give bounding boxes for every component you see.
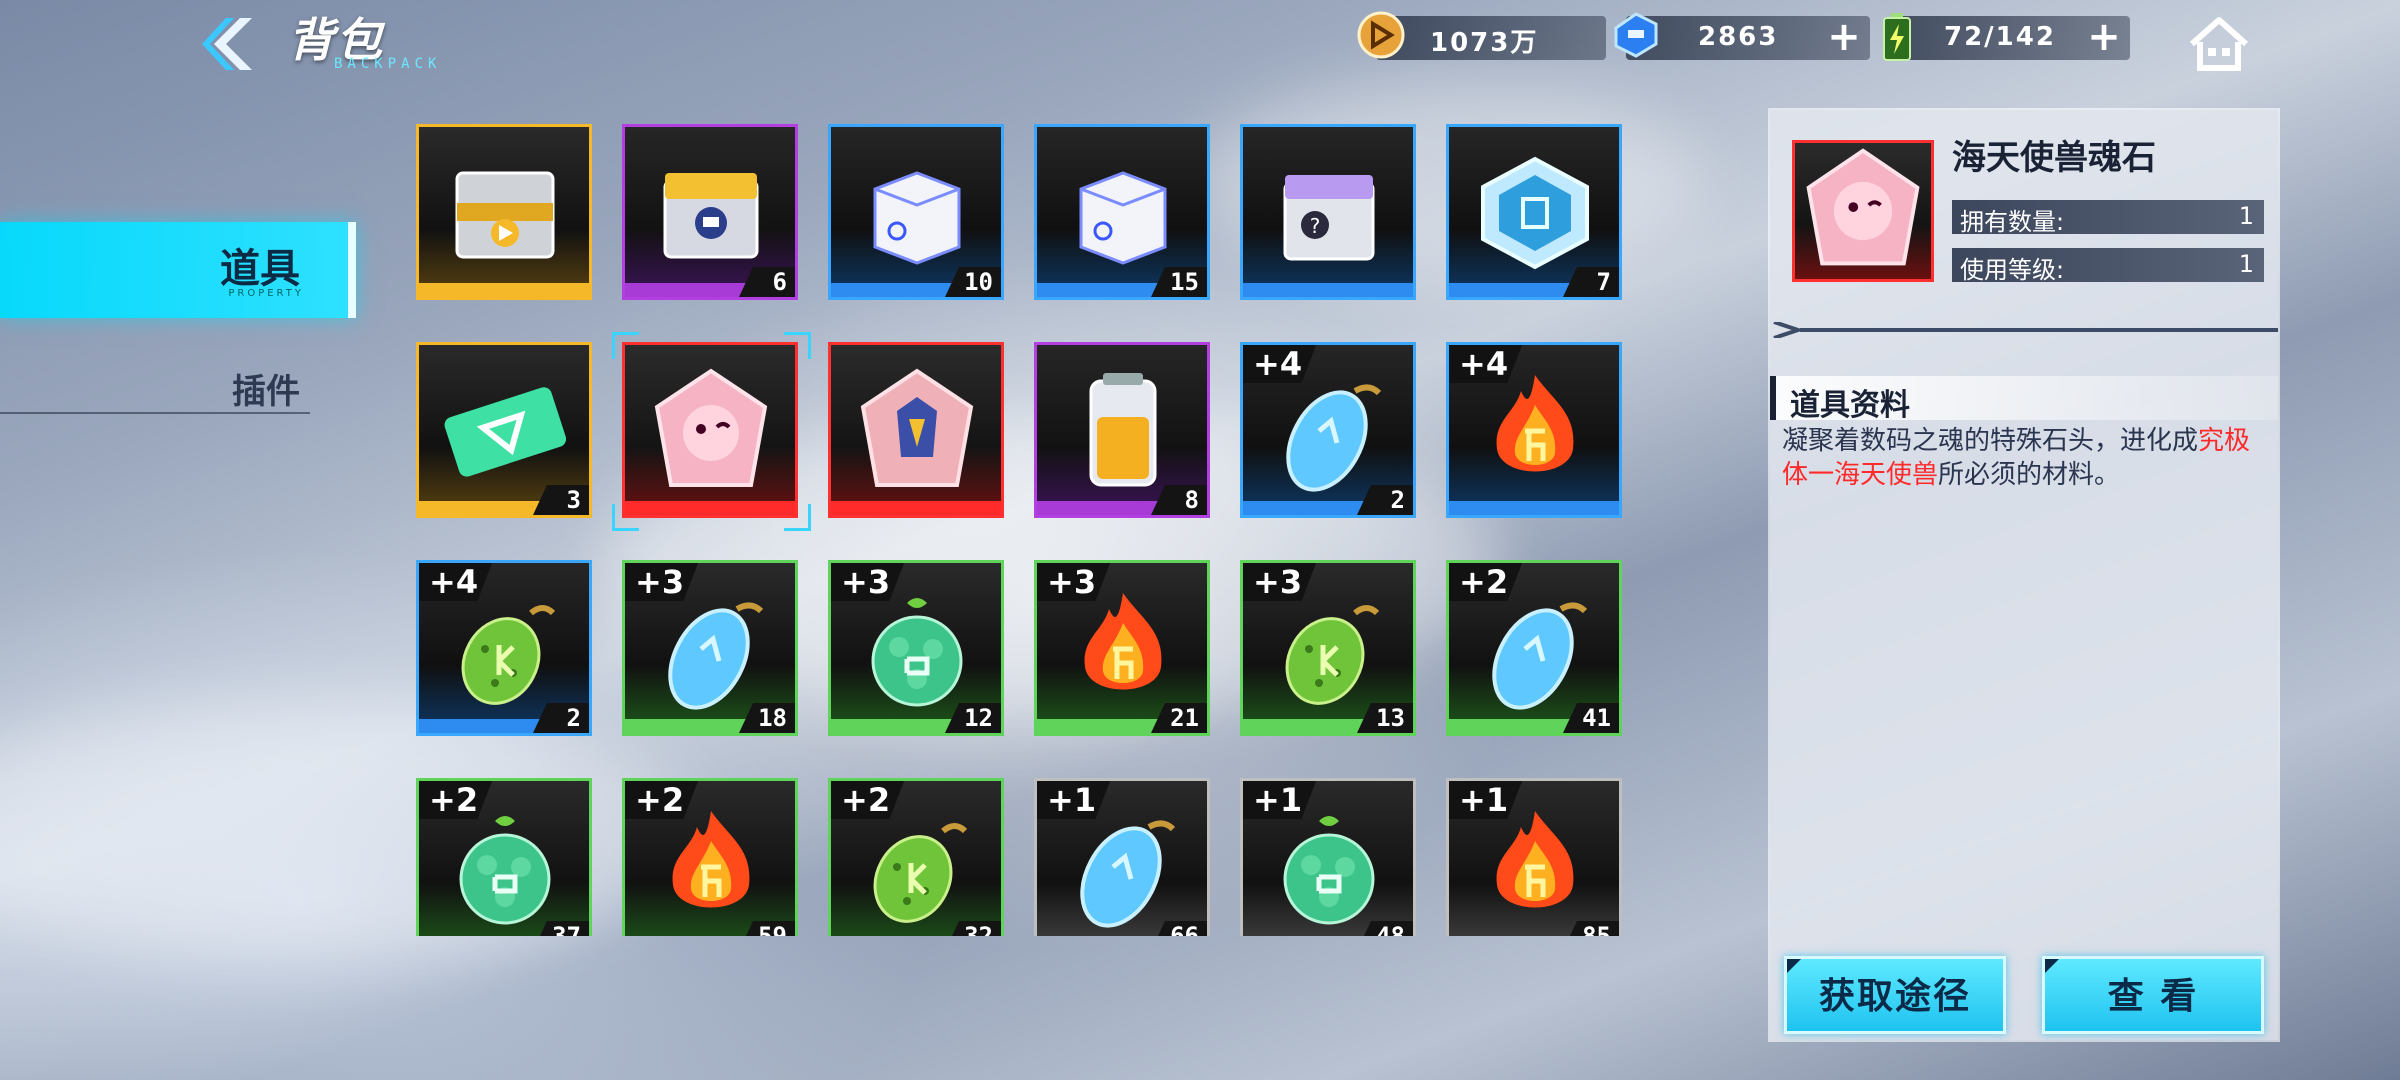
inventory-slot[interactable]: +2 41 xyxy=(1446,560,1622,736)
panel-divider xyxy=(1773,322,2278,338)
inventory-slot[interactable]: +3 21 xyxy=(1034,560,1210,736)
owned-quantity-label: 拥有数量: xyxy=(1960,208,2065,236)
white-box-icon xyxy=(873,171,961,265)
rarity-strip xyxy=(1449,501,1619,515)
home-icon xyxy=(2190,17,2248,71)
pink-soul-stone-icon xyxy=(1806,148,1920,266)
desc-text: 凝聚着数码之魂的特殊石头，进化成 xyxy=(1782,426,2199,456)
tab-plugins-label: 插件 xyxy=(232,372,300,412)
obtain-method-button[interactable]: 获取途径 xyxy=(1784,956,2006,1034)
purple-shop-crate-icon xyxy=(663,173,759,259)
back-button[interactable] xyxy=(200,14,264,74)
coin-resource: 1073万 xyxy=(1376,16,1606,60)
inventory-slot[interactable] xyxy=(828,342,1004,518)
selection-corner xyxy=(784,504,811,531)
inventory-slot[interactable]: +1 66 xyxy=(1034,778,1210,936)
inventory-slot[interactable]: 10 xyxy=(828,124,1004,300)
rarity-strip xyxy=(831,501,1001,515)
chevron-left-icon xyxy=(202,18,252,70)
inventory-grid: 6 10 15? 7 3 8 +4 2 +4 +4 2 +3 18 +3 12 +3 21 +3 13 +2 41 +2 3… xyxy=(416,124,1626,936)
view-button[interactable]: 查 看 xyxy=(2042,956,2264,1034)
armor-soul-stone-icon xyxy=(860,368,974,487)
use-level-value: 1 xyxy=(2238,250,2254,278)
energy-value: 72/142 xyxy=(1944,22,2056,52)
item-info-section-title: 道具资料 xyxy=(1770,376,2278,423)
item-info-title-text: 道具资料 xyxy=(1790,388,1910,423)
add-energy-button[interactable]: + xyxy=(2084,17,2124,58)
inventory-slot[interactable]: +3 12 xyxy=(828,560,1004,736)
pink-soul-stone-icon xyxy=(654,368,768,487)
add-crystal-button[interactable]: + xyxy=(1824,17,1864,58)
inventory-slot[interactable]: 3 xyxy=(416,342,592,518)
use-level-label: 使用等级: xyxy=(1960,256,2065,284)
desc-text-end: 所必须的材料。 xyxy=(1938,460,2121,490)
digital-medal-icon xyxy=(1481,156,1589,270)
tab-props-label: 道具 xyxy=(220,246,300,292)
rarity-strip xyxy=(1243,283,1413,297)
item-name: 海天使兽魂石 xyxy=(1952,138,2156,178)
svg-text:?: ? xyxy=(1310,214,1321,238)
inventory-slot[interactable]: +3 13 xyxy=(1240,560,1416,736)
inventory-slot[interactable]: +4 xyxy=(1446,342,1622,518)
owned-quantity-row: 拥有数量: 1 xyxy=(1952,200,2264,236)
selection-corner xyxy=(612,332,639,359)
inventory-slot[interactable]: +1 48 xyxy=(1240,778,1416,936)
inventory-slot[interactable] xyxy=(622,342,798,518)
tab-plugins[interactable]: 插件 xyxy=(0,360,310,414)
inventory-slot[interactable]: 8 xyxy=(1034,342,1210,518)
battery-energy-icon xyxy=(1883,13,1911,61)
inventory-slot[interactable]: +4 2 xyxy=(1240,342,1416,518)
rarity-strip xyxy=(625,501,795,515)
coin-icon xyxy=(1357,11,1405,59)
inventory-slot[interactable]: 7 xyxy=(1446,124,1622,300)
energy-resource: 72/142 + xyxy=(1898,16,2130,60)
tab-active-indicator xyxy=(348,222,356,318)
selected-item-thumbnail xyxy=(1792,140,1934,282)
inventory-slot[interactable]: +2 59 xyxy=(622,778,798,936)
owned-quantity-value: 1 xyxy=(2238,202,2254,230)
energy-battery-icon xyxy=(1089,373,1157,487)
rarity-strip xyxy=(419,283,589,297)
home-button[interactable] xyxy=(2186,14,2252,74)
view-label: 查 看 xyxy=(2107,976,2199,1017)
inventory-slot[interactable]: +1 85 xyxy=(1446,778,1622,936)
inventory-slot[interactable] xyxy=(416,124,592,300)
inventory-slot[interactable]: +2 32 xyxy=(828,778,1004,936)
coin-value: 1073万 xyxy=(1430,28,1539,58)
green-ticket-icon xyxy=(444,387,567,477)
inventory-slot[interactable]: 15 xyxy=(1034,124,1210,300)
page-title-subtitle: BACKPACK xyxy=(334,56,442,72)
item-description: 凝聚着数码之魂的特殊石头，进化成究极体一海天使兽所必须的材料。 xyxy=(1782,424,2266,492)
inventory-slot[interactable]: +2 37 xyxy=(416,778,592,936)
tab-props[interactable]: 道具 PROPERTY xyxy=(0,222,356,318)
inventory-slot[interactable]: 6 xyxy=(622,124,798,300)
selection-corner xyxy=(784,332,811,359)
inventory-slot[interactable]: +3 18 xyxy=(622,560,798,736)
mystery-box-icon: ? xyxy=(1283,175,1375,261)
crystal-value: 2863 xyxy=(1698,22,1779,52)
inventory-slot[interactable]: +4 2 xyxy=(416,560,592,736)
obtain-method-label: 获取途径 xyxy=(1818,976,1971,1017)
crystal-icon xyxy=(1614,12,1658,58)
item-detail-panel: 海天使兽魂石 拥有数量: 1 使用等级: 1 道具资料 凝聚着数码之魂的特殊石头… xyxy=(1770,110,2278,1040)
tab-props-sublabel: PROPERTY xyxy=(228,288,304,299)
use-level-row: 使用等级: 1 xyxy=(1952,248,2264,284)
inventory-slot[interactable]: ? xyxy=(1240,124,1416,300)
selection-corner xyxy=(612,504,639,531)
white-box-icon xyxy=(1079,171,1167,265)
gold-supply-crate-icon xyxy=(455,171,555,259)
